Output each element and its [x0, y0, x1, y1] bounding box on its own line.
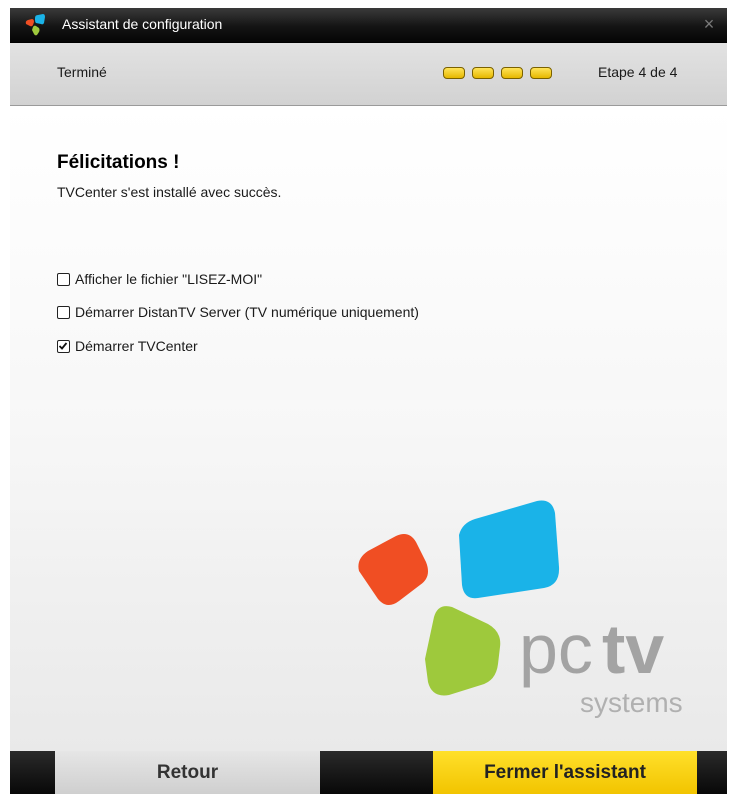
- option-start-distantv-server[interactable]: Démarrer DistanTV Server (TV numérique u…: [57, 304, 419, 320]
- checkmark-icon: [58, 341, 68, 350]
- step-dot-3: [501, 67, 523, 79]
- pctv-systems-logo: pc tv systems: [358, 500, 683, 718]
- tvcenter-checkbox[interactable]: [57, 339, 70, 353]
- option-start-tvcenter[interactable]: Démarrer TVCenter: [57, 338, 198, 354]
- option-label: Afficher le fichier "LISEZ-MOI": [75, 271, 263, 287]
- logo-wordmark-tv: tv: [602, 610, 664, 688]
- wizard-content: Félicitations ! TVCenter s'est installé …: [10, 106, 727, 751]
- back-button[interactable]: Retour: [55, 751, 320, 794]
- logo-wordmark-pc: pc: [519, 610, 593, 688]
- step-progress-indicator: [443, 67, 552, 79]
- step-dot-1: [443, 67, 465, 79]
- window-title: Assistant de configuration: [62, 16, 223, 32]
- setup-wizard-window: Assistant de configuration × Terminé Eta…: [10, 8, 727, 794]
- title-bar: Assistant de configuration ×: [10, 8, 727, 43]
- close-wizard-button[interactable]: Fermer l'assistant: [433, 751, 697, 794]
- logo-green-shape: [425, 606, 501, 696]
- logo-tagline: systems: [580, 687, 683, 718]
- option-label: Démarrer DistanTV Server (TV numérique u…: [75, 304, 419, 320]
- wizard-footer: Retour Fermer l'assistant: [10, 751, 727, 794]
- step-dot-2: [472, 67, 494, 79]
- distantv-checkbox[interactable]: [57, 305, 70, 319]
- success-message: TVCenter s'est installé avec succès.: [57, 184, 282, 200]
- step-title: Terminé: [57, 64, 107, 80]
- option-show-readme[interactable]: Afficher le fichier "LISEZ-MOI": [57, 271, 262, 287]
- readme-checkbox[interactable]: [57, 272, 70, 286]
- close-icon[interactable]: ×: [699, 14, 719, 34]
- step-dot-4: [530, 67, 552, 79]
- step-counter: Etape 4 de 4: [598, 64, 678, 80]
- logo-red-shape: [358, 534, 428, 606]
- step-header: Terminé Etape 4 de 4: [10, 43, 727, 106]
- option-label: Démarrer TVCenter: [75, 338, 198, 354]
- logo-blue-shape: [459, 500, 560, 599]
- app-logo-icon: [25, 14, 45, 36]
- congratulations-heading: Félicitations !: [57, 152, 180, 173]
